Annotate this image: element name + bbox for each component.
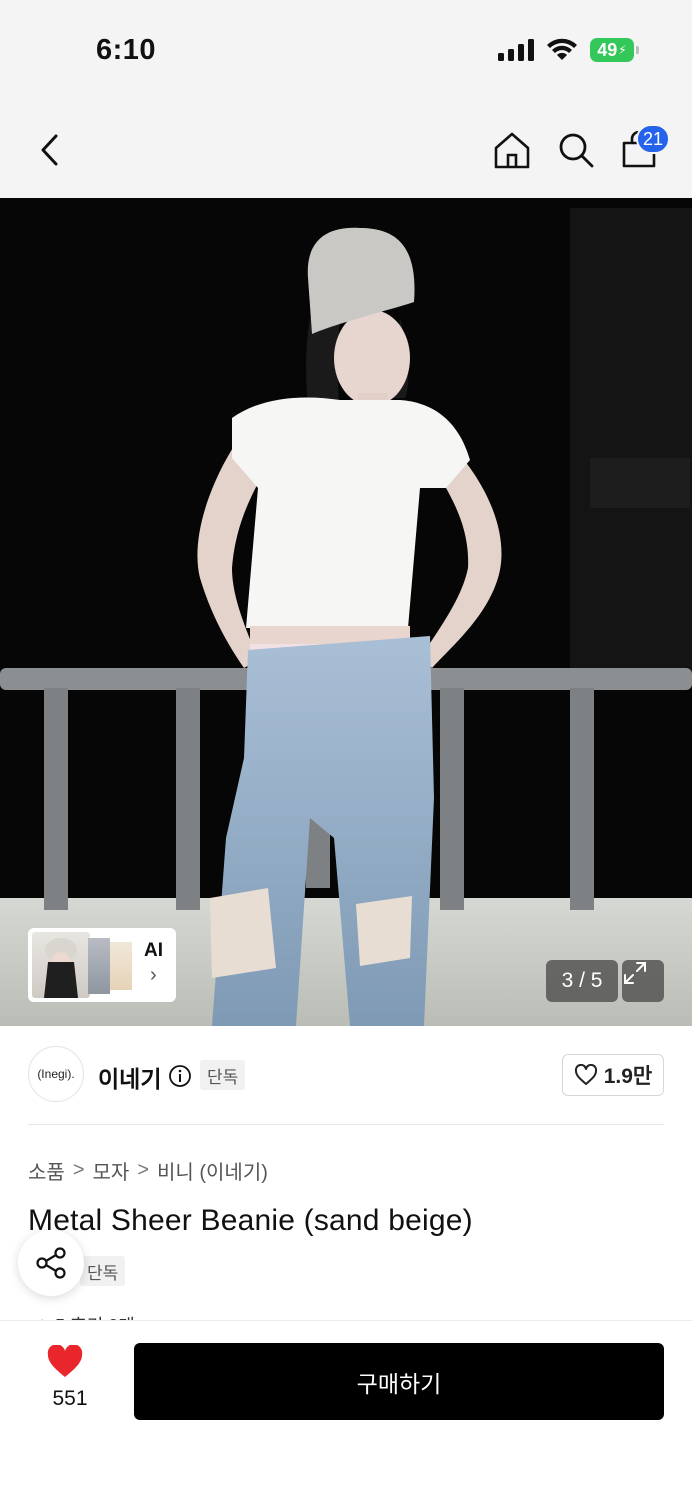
share-icon [36, 1247, 66, 1279]
bottom-action-bar: 551 구매하기 [0, 1320, 692, 1500]
info-icon[interactable] [168, 1064, 192, 1088]
wishlist-button[interactable] [46, 1344, 94, 1384]
expand-button[interactable] [622, 960, 664, 1002]
product-photo [0, 198, 692, 1026]
signal-icon [498, 39, 534, 61]
heart-filled-icon [47, 1344, 83, 1377]
status-bar: 6:10 49 ⚡ [0, 0, 692, 100]
breadcrumb-separator-icon: > [72, 1159, 85, 1181]
divider [28, 1124, 664, 1125]
status-time: 6:10 [96, 34, 157, 66]
cart-count-badge: 21 [636, 124, 670, 154]
image-page-counter: 3 / 5 [546, 960, 618, 1002]
breadcrumb-item[interactable]: 모자 [93, 1156, 130, 1185]
brand-logo[interactable]: (Inegi). [28, 1046, 84, 1102]
exclusive-badge: 단독 [200, 1060, 246, 1090]
status-icons: 49 ⚡ [498, 38, 639, 62]
breadcrumb-separator-icon: > [137, 1159, 149, 1181]
buy-button[interactable]: 구매하기 [134, 1343, 664, 1420]
search-icon[interactable] [556, 130, 596, 170]
breadcrumb: 소품 > 모자 > 비니 (이네기) [28, 1156, 268, 1185]
product-image-gallery[interactable]: AI › 3 / 5 [0, 198, 692, 1026]
product-title: Metal Sheer Beanie (sand beige) [28, 1204, 473, 1237]
back-chevron-icon[interactable] [30, 128, 70, 172]
thumbnail-image [88, 938, 110, 994]
brand-name[interactable]: 이네기 [98, 1060, 161, 1094]
breadcrumb-item[interactable]: 소품 [28, 1156, 65, 1185]
brand-row: (Inegi). 이네기 단독 1.9만 [0, 1026, 692, 1126]
wifi-icon [547, 38, 577, 60]
battery-level: 49 [597, 39, 618, 60]
brand-like-button[interactable]: 1.9만 [562, 1054, 664, 1096]
home-icon[interactable] [492, 130, 532, 170]
battery-charging-icon: 49 ⚡ [590, 38, 639, 62]
ai-lookalike-thumbnails[interactable]: AI › [28, 928, 176, 1002]
exclusive-badge: 단독 [80, 1256, 126, 1286]
breadcrumb-item[interactable]: 비니 (이네기) [157, 1156, 268, 1185]
chevron-right-icon: › [150, 964, 157, 986]
thumbnail-image [110, 942, 132, 990]
wishlist-count: 551 [52, 1387, 88, 1410]
expand-icon [624, 962, 646, 984]
heart-outline-icon [574, 1064, 597, 1085]
brand-logo-text: (Inegi). [37, 1067, 75, 1081]
thumbnail-image [32, 932, 90, 998]
brand-like-count: 1.9만 [603, 1065, 653, 1088]
top-nav-bar [0, 100, 692, 198]
ai-label: AI [144, 940, 163, 961]
share-button[interactable] [18, 1230, 84, 1296]
